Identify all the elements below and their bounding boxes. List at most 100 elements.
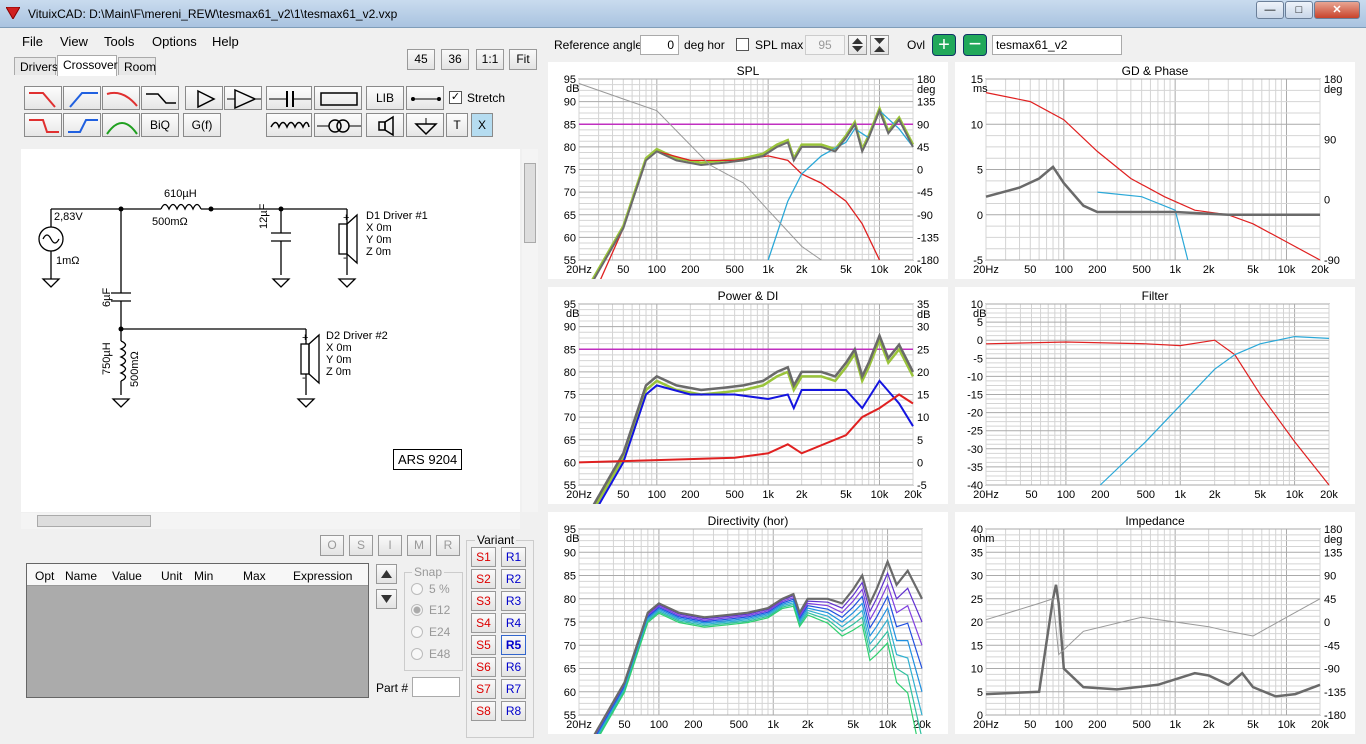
tab-crossover[interactable]: Crossover (57, 55, 118, 76)
left-unit-label: ohm (973, 533, 994, 545)
lowpass2-icon[interactable] (24, 113, 62, 137)
variant-r2-button[interactable]: R2 (501, 569, 526, 589)
move-up-button[interactable] (376, 564, 397, 584)
variant-s3-button[interactable]: S3 (471, 591, 496, 611)
tab-drivers[interactable]: Drivers (14, 57, 58, 75)
spl-chart-panel[interactable]: SPL 95 90 85 80 75 70 65 60 55 dB 180 135 90 45 0 -45 -90… (548, 62, 948, 279)
snap-e12-radio[interactable]: E12 (411, 603, 450, 617)
variant-r1-button[interactable]: R1 (501, 547, 526, 567)
schematic-text-label[interactable]: ARS 9204 (393, 449, 463, 470)
snap-e48-radio[interactable]: E48 (411, 647, 450, 661)
spl-max-checkbox[interactable] (736, 38, 749, 51)
imp-chart-panel[interactable]: Impedance 40 35 30 25 20 15 10 5 0 ohm 180 135 90 45 0-… (955, 512, 1355, 734)
x-tick-label: 2k (796, 264, 808, 276)
variant-r4-button[interactable]: R4 (501, 613, 526, 633)
maximize-button[interactable]: □ (1285, 1, 1313, 19)
ground-icon[interactable] (406, 113, 444, 137)
spl-max-label: SPL max (755, 38, 804, 52)
opt-s-button[interactable]: S (349, 535, 373, 556)
variant-r3-button[interactable]: R3 (501, 591, 526, 611)
parameter-table[interactable]: Opt Name Value Unit Min Max Expression (26, 563, 369, 698)
variant-s7-button[interactable]: S7 (471, 679, 496, 699)
zoom-1-1-button[interactable]: 1:1 (476, 49, 504, 70)
reference-angle-input[interactable]: 0 (640, 35, 679, 55)
text-button[interactable]: T (446, 113, 468, 137)
spl-expand-button[interactable] (870, 35, 889, 55)
variant-r7-button[interactable]: R7 (501, 679, 526, 699)
biquad-button[interactable]: BiQ (141, 113, 179, 137)
menu-file[interactable]: File (22, 34, 43, 49)
schematic-vertical-scrollbar[interactable] (522, 149, 538, 512)
resistor-icon[interactable] (314, 86, 362, 110)
svg-text:-: - (302, 372, 306, 384)
transformer-icon[interactable] (314, 113, 362, 137)
source-voltage-label: 2,83V (54, 211, 83, 223)
opt-o-button[interactable]: O (320, 535, 344, 556)
shelf-icon[interactable] (141, 86, 179, 110)
source-resistance-label: 1mΩ (56, 255, 80, 267)
variant-s8-button[interactable]: S8 (471, 701, 496, 721)
power-chart-panel[interactable]: Power & DI 95 90 85 80 75 70 65 60 55 dB 35 30 25 20 15… (548, 287, 948, 504)
zoom-36-button[interactable]: 36 (441, 49, 469, 70)
x-tick-label: 1k (1169, 264, 1181, 276)
bandpass-icon[interactable] (102, 86, 140, 110)
variant-s4-button[interactable]: S4 (471, 613, 496, 633)
variant-s5-button[interactable]: S5 (471, 635, 496, 655)
inductor-icon[interactable] (266, 113, 312, 137)
delete-button[interactable]: X (471, 113, 493, 137)
y-tick-label: 65 (564, 210, 576, 222)
gf-button[interactable]: G(f) (183, 113, 221, 137)
remove-overlay-icon[interactable]: − (963, 33, 987, 56)
highpass-icon[interactable] (63, 86, 101, 110)
buffer-icon[interactable] (185, 86, 223, 110)
schematic-canvas[interactable]: + - + - 2,83V 1mΩ 610µH 500mΩ 12µF 6µF 7… (21, 149, 520, 512)
x-tick-label: 5k (1254, 489, 1266, 501)
opamp-icon[interactable] (224, 86, 262, 110)
right-unit-label: deg (1324, 84, 1342, 96)
close-button[interactable]: ✕ (1314, 1, 1360, 19)
overlay-input[interactable]: tesmax61_v2 (992, 35, 1122, 55)
variant-r8-button[interactable]: R8 (501, 701, 526, 721)
snap-e24-radio[interactable]: E24 (411, 625, 450, 639)
variant-r6-button[interactable]: R6 (501, 657, 526, 677)
x-tick-label: 500 (1132, 719, 1150, 731)
menu-help[interactable]: Help (212, 34, 239, 49)
driver-icon[interactable] (366, 113, 404, 137)
add-overlay-icon[interactable]: + (932, 34, 956, 56)
variant-s2-button[interactable]: S2 (471, 569, 496, 589)
spl-up-down-button[interactable] (848, 35, 867, 55)
x-tick-label: 20Hz (973, 719, 999, 731)
zoom-fit-button[interactable]: Fit (509, 49, 537, 70)
tab-room[interactable]: Room (118, 57, 156, 75)
snap-5pct-radio[interactable]: 5 % (411, 582, 450, 596)
variant-s1-button[interactable]: S1 (471, 547, 496, 567)
y2-tick-label: 135 (1324, 547, 1342, 559)
opt-r-button[interactable]: R (436, 535, 460, 556)
wire-icon[interactable] (406, 86, 444, 110)
variant-s6-button[interactable]: S6 (471, 657, 496, 677)
menu-view[interactable]: View (60, 34, 88, 49)
menu-options[interactable]: Options (152, 34, 197, 49)
opt-m-button[interactable]: M (407, 535, 431, 556)
capacitor-icon[interactable] (266, 86, 312, 110)
dir-chart-panel[interactable]: Directivity (hor) 95 90 85 80 75 70 65 60 55 dB 20H… (548, 512, 948, 734)
gd-chart-panel[interactable]: GD & Phase 15 10 5 0 -5 ms 180 90 0 -90 deg 20Hz 50 10… (955, 62, 1355, 279)
y2-tick-label: 90 (1324, 134, 1336, 146)
schematic-horizontal-scrollbar[interactable] (21, 513, 520, 529)
library-button[interactable]: LIB (366, 86, 404, 110)
stretch-checkbox[interactable]: ✓ (449, 91, 462, 104)
bandpass2-icon[interactable] (102, 113, 140, 137)
variant-r5-button[interactable]: R5 (501, 635, 526, 655)
minimize-button[interactable]: — (1256, 1, 1284, 19)
spl-max-input[interactable]: 95 (805, 35, 845, 55)
move-down-button[interactable] (376, 589, 397, 609)
lowpass-icon[interactable] (24, 86, 62, 110)
menu-tools[interactable]: Tools (104, 34, 134, 49)
filter-chart-panel[interactable]: Filter 10 5 0 -5 -10 -15 -20 -25 -30 -35 -40 dB 20Hz 5… (955, 287, 1355, 504)
y-tick-label: 65 (564, 664, 576, 676)
y-tick-label: -20 (967, 408, 983, 420)
part-number-input[interactable] (412, 677, 460, 697)
zoom-45-button[interactable]: 45 (407, 49, 435, 70)
highpass2-icon[interactable] (63, 113, 101, 137)
opt-i-button[interactable]: I (378, 535, 402, 556)
